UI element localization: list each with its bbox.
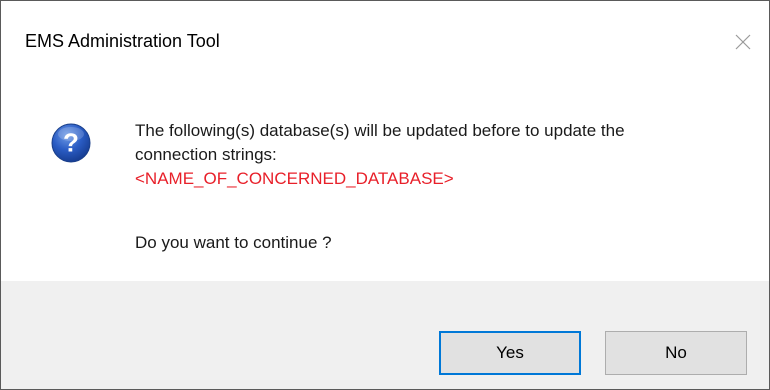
window-title: EMS Administration Tool — [25, 31, 220, 51]
yes-button[interactable]: Yes — [439, 331, 581, 375]
no-button[interactable]: No — [605, 331, 747, 375]
close-button[interactable] — [717, 21, 769, 63]
message-dialog: EMS Administration Tool ? The following(… — [0, 0, 770, 390]
message-line-2: connection strings: — [135, 145, 277, 164]
confirmation-question: Do you want to continue ? — [135, 233, 332, 252]
message-line-1: The following(s) database(s) will be upd… — [135, 121, 625, 140]
button-bar: Yes No — [1, 281, 769, 389]
message-text: The following(s) database(s) will be upd… — [135, 119, 755, 191]
close-icon — [735, 34, 751, 50]
dialog-content: ? The following(s) database(s) will be u… — [1, 67, 769, 281]
question-icon: ? — [51, 123, 91, 163]
svg-text:?: ? — [63, 128, 79, 158]
title-bar: EMS Administration Tool — [1, 1, 769, 67]
database-name: <NAME_OF_CONCERNED_DATABASE> — [135, 169, 454, 188]
